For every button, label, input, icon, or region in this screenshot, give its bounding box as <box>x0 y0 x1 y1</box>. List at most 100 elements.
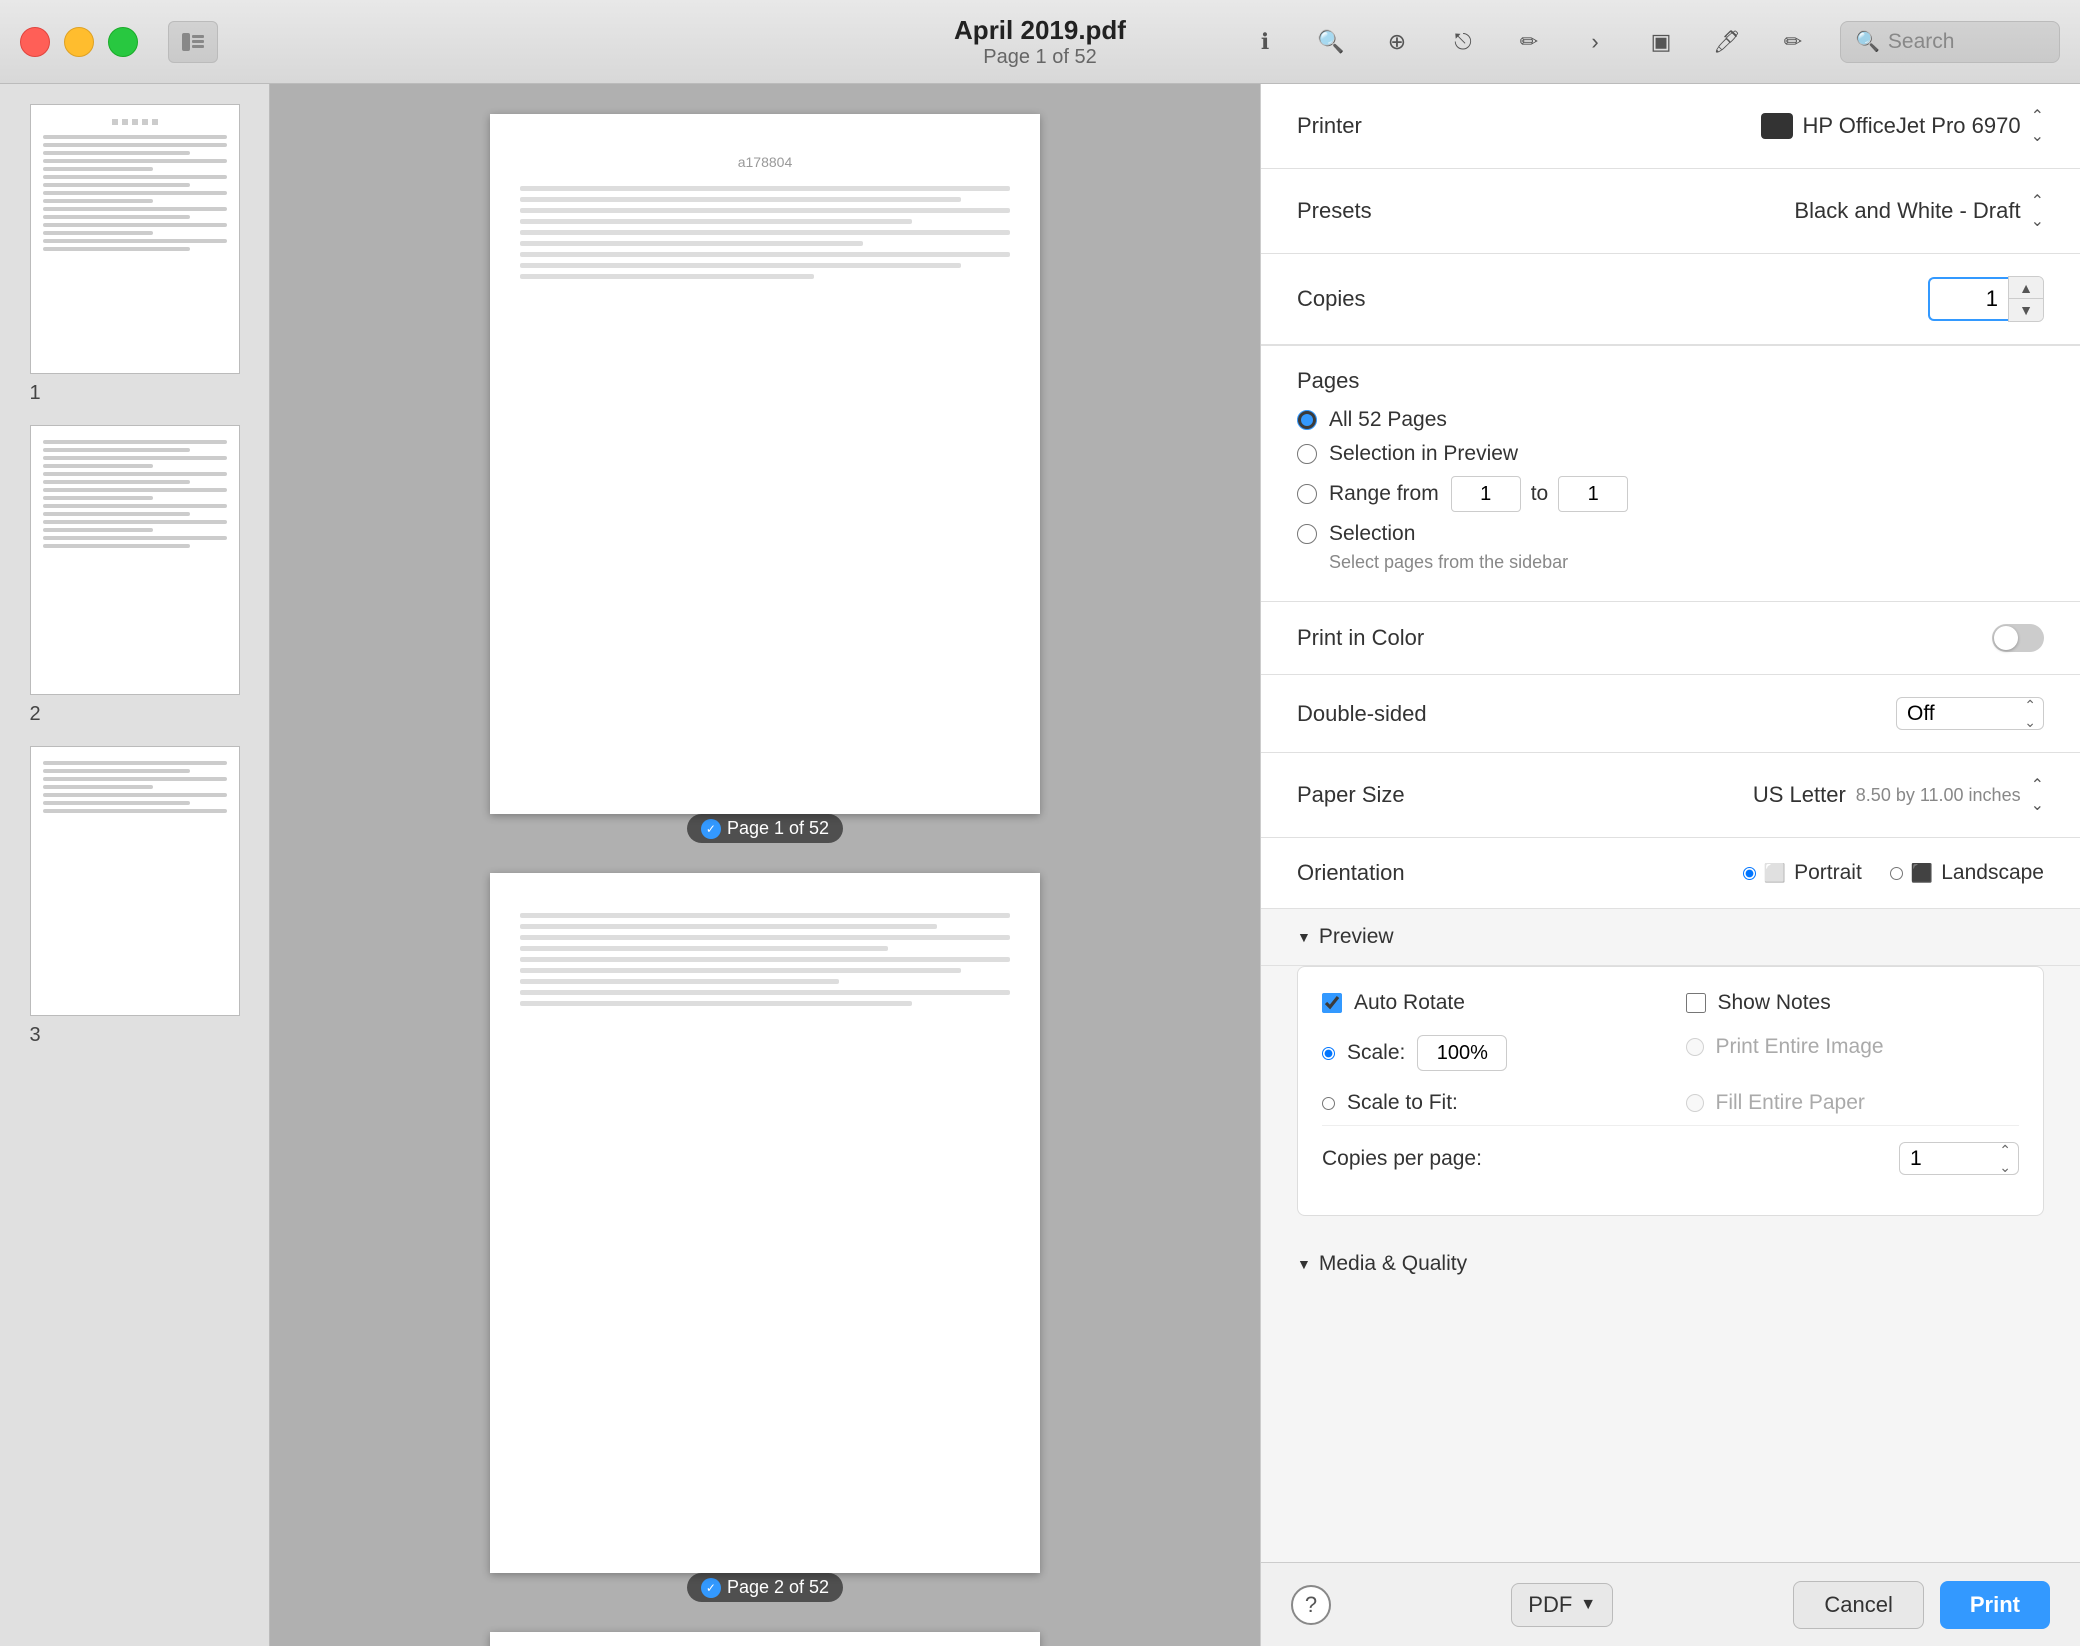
presets-value-area: Black and White - Draft ⌃⌄ <box>1497 191 2044 231</box>
auto-rotate-checkbox[interactable] <box>1322 993 1342 1013</box>
copies-decrement[interactable]: ▼ <box>2009 299 2043 321</box>
scale-fit-option: Scale to Fit: <box>1322 1091 1656 1115</box>
paper-size-label: Paper Size <box>1297 782 1405 808</box>
collapse-arrow: ▼ <box>1297 929 1311 945</box>
sidebar-item-page2[interactable]: 2 <box>20 425 250 726</box>
thumbnail-page3 <box>30 746 240 1016</box>
range-to-label: to <box>1531 482 1549 506</box>
maximize-button[interactable] <box>108 27 138 57</box>
print-entire-row: Print Entire Image <box>1686 1035 2020 1071</box>
fill-paper-row: Fill Entire Paper <box>1686 1091 2020 1115</box>
media-quality-label: Media & Quality <box>1319 1252 1467 1276</box>
annotate-icon[interactable]: ✏ <box>1774 23 1812 61</box>
range-to-input[interactable] <box>1558 476 1628 512</box>
copies-per-page-label: Copies per page: <box>1322 1147 1482 1171</box>
portrait-icon: ⬜ <box>1764 863 1786 884</box>
sidebar-toggle[interactable] <box>168 21 218 63</box>
sidebar: 1 <box>0 84 270 1646</box>
pages-label: Pages <box>1297 368 2044 394</box>
fill-paper-radio <box>1686 1094 1704 1112</box>
portrait-option[interactable]: ⬜ Portrait <box>1743 861 1862 885</box>
help-button[interactable]: ? <box>1291 1585 1331 1625</box>
auto-rotate-label: Auto Rotate <box>1354 991 1465 1015</box>
zoom-icon[interactable]: ⊕ <box>1378 23 1416 61</box>
pdf-chevron: ▼ <box>1580 1596 1596 1614</box>
printer-name: HP OfficeJet Pro 6970 <box>1803 113 2021 139</box>
scale-fit-radio[interactable] <box>1322 1097 1335 1110</box>
range-from-label: Range from <box>1329 482 1439 506</box>
show-notes-checkbox[interactable] <box>1686 993 1706 1013</box>
note-icon[interactable]: 🖊 <box>1708 23 1746 61</box>
print-button[interactable]: Print <box>1940 1581 2050 1629</box>
paper-size-dropdown[interactable]: US Letter 8.50 by 11.00 inches ⌃⌄ <box>1753 775 2044 815</box>
print-entire-radio <box>1686 1038 1704 1056</box>
portrait-label: Portrait <box>1794 861 1862 885</box>
landscape-option[interactable]: ⬛ Landscape <box>1890 861 2044 885</box>
page2-badge-text: Page 2 of 52 <box>727 1577 829 1598</box>
scale-option: Scale: 100% <box>1322 1035 1656 1071</box>
portrait-radio[interactable] <box>1743 867 1756 880</box>
orientation-section: Orientation ⬜ Portrait ⬛ Landscape <box>1261 838 2080 909</box>
selection-label: Selection <box>1329 522 1415 546</box>
all-pages-radio[interactable] <box>1297 410 1317 430</box>
print-color-toggle[interactable] <box>1992 624 2044 652</box>
print-panel: Printer HP OfficeJet Pro 6970 ⌃⌄ Presets… <box>1260 84 2080 1646</box>
pages-section: Pages All 52 Pages Selection in Preview … <box>1261 346 2080 602</box>
copies-input[interactable]: 1 <box>1928 277 2008 321</box>
preview-collapse[interactable]: ▼ Preview <box>1261 909 2080 966</box>
sidebar-right-icon[interactable]: ▣ <box>1642 23 1680 61</box>
range-inputs: to <box>1451 476 1629 512</box>
search-icon: 🔍 <box>1855 29 1880 54</box>
copies-per-page-select[interactable]: 1 2 4 6 9 <box>1899 1142 2019 1175</box>
pdf-label: PDF <box>1528 1592 1572 1618</box>
page-info: Page 1 of 52 <box>983 46 1096 69</box>
sidebar-item-page1[interactable]: 1 <box>20 104 250 405</box>
double-sided-wrapper[interactable]: Off Long Edge Short Edge ⌃⌄ <box>1896 697 2044 730</box>
share-icon[interactable]: ⎋ <box>1444 23 1482 61</box>
printer-dropdown[interactable]: HP OfficeJet Pro 6970 ⌃⌄ <box>1761 106 2045 146</box>
preview-page-1: a178804 <box>490 114 1040 814</box>
pdf-dropdown[interactable]: PDF ▼ <box>1511 1583 1613 1627</box>
close-button[interactable] <box>20 27 50 57</box>
fill-paper-option: Fill Entire Paper <box>1686 1091 2020 1115</box>
copies-label: Copies <box>1297 286 1497 312</box>
fill-paper-label: Fill Entire Paper <box>1716 1091 1865 1115</box>
pen-icon[interactable]: ✏ <box>1510 23 1548 61</box>
range-from-input[interactable] <box>1451 476 1521 512</box>
selection-preview-label: Selection in Preview <box>1329 442 1518 466</box>
thumbnail-page2 <box>30 425 240 695</box>
cancel-button[interactable]: Cancel <box>1793 1581 1923 1629</box>
more-icon[interactable]: › <box>1576 23 1614 61</box>
scale-input[interactable]: 100% <box>1417 1035 1507 1071</box>
landscape-label: Landscape <box>1941 861 2044 885</box>
range-row: Range from to <box>1297 476 2044 512</box>
info-icon[interactable]: ℹ <box>1246 23 1284 61</box>
print-dialog: Printer HP OfficeJet Pro 6970 ⌃⌄ Presets… <box>1261 84 2080 1562</box>
presets-section: Presets Black and White - Draft ⌃⌄ <box>1261 169 2080 254</box>
minimize-button[interactable] <box>64 27 94 57</box>
range-radio[interactable] <box>1297 484 1317 504</box>
copies-increment[interactable]: ▲ <box>2009 277 2043 299</box>
search-box[interactable]: 🔍 Search <box>1840 21 2060 63</box>
copies-stepper[interactable]: 1 ▲ ▼ <box>1928 276 2044 322</box>
selection-preview-radio[interactable] <box>1297 444 1317 464</box>
landscape-radio[interactable] <box>1890 867 1903 880</box>
copies-per-page-wrapper[interactable]: 1 2 4 6 9 ⌃⌄ <box>1899 1142 2019 1175</box>
selection-radio[interactable] <box>1297 524 1317 544</box>
printer-section: Printer HP OfficeJet Pro 6970 ⌃⌄ <box>1261 84 2080 169</box>
paper-size-sub: 8.50 by 11.00 inches <box>1856 785 2021 806</box>
presets-dropdown[interactable]: Black and White - Draft ⌃⌄ <box>1794 191 2044 231</box>
paper-size-section: Paper Size US Letter 8.50 by 11.00 inche… <box>1261 753 2080 838</box>
show-notes-option: Show Notes <box>1686 991 2020 1015</box>
sidebar-item-page3[interactable]: 3 <box>20 746 250 1047</box>
auto-rotate-row: Auto Rotate <box>1322 991 1656 1015</box>
landscape-icon: ⬛ <box>1911 863 1933 884</box>
copies-stepper-buttons: ▲ ▼ <box>2008 276 2044 322</box>
double-sided-select[interactable]: Off Long Edge Short Edge <box>1896 697 2044 730</box>
media-quality-collapse[interactable]: ▼ Media & Quality <box>1261 1236 2080 1292</box>
paper-size-chevron: ⌃⌄ <box>2031 775 2044 815</box>
show-notes-row: Show Notes <box>1686 991 2020 1015</box>
presets-chevron: ⌃⌄ <box>2031 191 2044 231</box>
scale-radio[interactable] <box>1322 1047 1335 1060</box>
search-zoom-icon[interactable]: 🔍 <box>1312 23 1350 61</box>
